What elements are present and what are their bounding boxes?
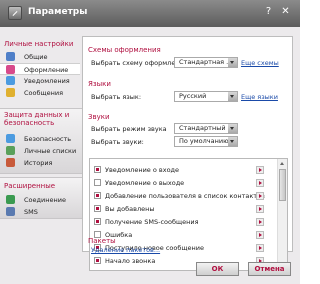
list-item[interactable]: Получение SMS-сообщения <box>90 216 270 229</box>
sounds-section-title: Звуки <box>88 113 110 121</box>
sidebar-item-history[interactable]: История <box>0 157 80 169</box>
connection-icon <box>6 195 15 204</box>
sidebar-item-security[interactable]: Безопасность <box>0 133 80 145</box>
chevron-down-icon <box>228 137 237 146</box>
list-item[interactable]: Ошибка <box>90 229 270 242</box>
sidebar-item-label: Личные списки <box>24 147 77 155</box>
language-select-value: Русский <box>179 92 207 100</box>
event-label: Вы добавлены <box>105 205 155 213</box>
event-label: Получение SMS-сообщения <box>105 218 199 226</box>
language-select[interactable]: Русский <box>174 91 238 102</box>
event-checkbox[interactable] <box>94 166 101 173</box>
packages-section-title: Пакеты <box>88 237 116 245</box>
sidebar-group-title: Защита данных и безопасность <box>4 111 70 127</box>
play-icon[interactable] <box>256 231 264 239</box>
sound-mode-select[interactable]: Стандартный <box>174 123 238 134</box>
event-label: Добавление пользователя в список контакт… <box>105 192 265 200</box>
bell-icon <box>6 76 15 85</box>
sidebar-item-label: История <box>24 159 53 167</box>
more-languages-link[interactable]: Еще языки <box>241 93 278 101</box>
sidebar-group-title: Личные настройки <box>4 40 74 48</box>
sidebar-item-label: Соединение <box>24 196 66 204</box>
settings-window: Параметры ? ✕ Личные настройки Общие Офо… <box>0 0 300 284</box>
sidebar-item-label: Уведомления <box>24 77 70 85</box>
help-button[interactable]: ? <box>262 6 275 19</box>
sidebar-item-sms[interactable]: SMS <box>0 206 80 218</box>
sounds-select[interactable]: По умолчанию <box>174 136 238 147</box>
themes-section-title: Схемы оформления <box>88 46 161 54</box>
event-label: Начало звонка <box>105 257 156 265</box>
scroll-up-icon[interactable] <box>279 160 286 167</box>
sidebar-item-appearance[interactable]: Оформление <box>0 63 80 75</box>
sidebar-item-label: Безопасность <box>24 135 72 143</box>
play-icon[interactable] <box>256 192 264 200</box>
sidebar-item-label: Оформление <box>24 66 69 74</box>
sounds-label: Выбрать звуки: <box>91 138 144 146</box>
remove-packages-link[interactable]: Удаление пакетов... <box>91 246 160 254</box>
close-button[interactable]: ✕ <box>279 6 292 19</box>
sidebar-group-title: Расширенные <box>4 182 56 190</box>
settings-icon <box>6 52 15 61</box>
list-item[interactable]: Начало звонка <box>90 255 270 268</box>
sounds-select-value: По умолчанию <box>179 137 229 145</box>
play-icon[interactable] <box>256 244 264 252</box>
theme-select[interactable]: Стандартная ... <box>174 57 238 68</box>
play-icon[interactable] <box>256 179 264 187</box>
theme-select-value: Стандартная ... <box>179 58 233 66</box>
event-label: Уведомление о выходе <box>105 179 185 187</box>
sidebar-item-label: Сообщения <box>24 89 64 97</box>
sound-mode-value: Стандартный <box>179 124 226 132</box>
more-themes-link[interactable]: Еще схемы <box>241 59 279 67</box>
event-checkbox[interactable] <box>94 179 101 186</box>
list-item[interactable]: Уведомление о входе <box>90 164 270 177</box>
event-label: Уведомление о входе <box>105 166 180 174</box>
sidebar: Личные настройки Общие Оформление Уведом… <box>0 36 82 252</box>
ok-button[interactable]: ОК <box>196 262 239 276</box>
sound-events-list: Уведомление о входе Уведомление о выходе… <box>89 158 288 271</box>
sidebar-item-connection[interactable]: Соединение <box>0 194 80 206</box>
list-item[interactable]: Уведомление о выходе <box>90 177 270 190</box>
window-title: Параметры <box>28 7 88 17</box>
events-scrollbar[interactable] <box>277 159 287 270</box>
title-bar: Параметры ? ✕ <box>0 0 300 27</box>
play-icon[interactable] <box>256 218 264 226</box>
message-icon <box>6 88 15 97</box>
scrollbar-thumb[interactable] <box>279 169 286 201</box>
palette-icon <box>6 65 15 74</box>
languages-section-title: Языки <box>88 80 111 88</box>
sidebar-item-general[interactable]: Общие <box>0 51 80 63</box>
play-icon[interactable] <box>256 166 264 174</box>
cancel-button[interactable]: Отмена <box>248 262 291 276</box>
settings-content: Схемы оформления Выбрать схему оформлени… <box>82 36 293 271</box>
sidebar-item-label: SMS <box>24 208 38 216</box>
list-item[interactable]: Вы добавлены <box>90 203 270 216</box>
play-icon[interactable] <box>256 205 264 213</box>
event-checkbox[interactable] <box>94 218 101 225</box>
app-icon <box>8 6 22 20</box>
sidebar-item-private-lists[interactable]: Личные списки <box>0 145 80 157</box>
chevron-down-icon <box>228 124 237 133</box>
language-label: Выбрать язык: <box>91 93 142 101</box>
sidebar-item-notifications[interactable]: Уведомления <box>0 75 80 87</box>
sidebar-item-messages[interactable]: Сообщения <box>0 87 80 99</box>
event-checkbox[interactable] <box>94 257 101 264</box>
shield-icon <box>6 134 15 143</box>
event-checkbox[interactable] <box>94 192 101 199</box>
list-item[interactable]: Добавление пользователя в список контакт… <box>90 190 270 203</box>
list-icon <box>6 146 15 155</box>
event-checkbox[interactable] <box>94 205 101 212</box>
chevron-down-icon <box>228 58 237 67</box>
sidebar-item-label: Общие <box>24 53 48 61</box>
chevron-down-icon <box>228 92 237 101</box>
history-icon <box>6 158 15 167</box>
sound-mode-label: Выбрать режим звука <box>91 125 167 133</box>
sms-icon <box>6 207 15 216</box>
